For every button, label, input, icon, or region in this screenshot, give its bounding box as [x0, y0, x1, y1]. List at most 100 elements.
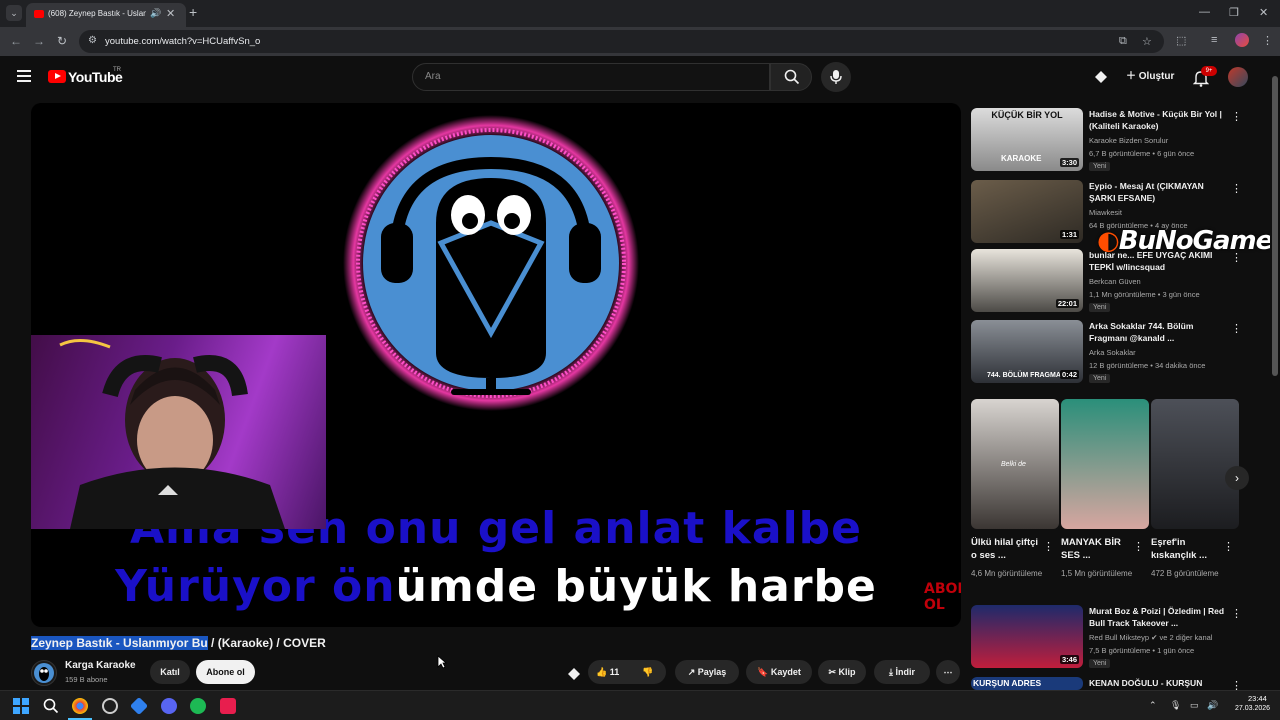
video-title[interactable]: Murat Boz & Poizi | Özledim | Red Bull T…	[1089, 605, 1227, 629]
video-title[interactable]: Hadise & Motive - Küçük Bir Yol | (Kalit…	[1089, 108, 1227, 132]
app-taskbar-icon[interactable]	[220, 698, 236, 714]
sparkle-ask-icon[interactable]	[566, 666, 582, 682]
more-options-icon[interactable]: ⋮	[1231, 607, 1242, 620]
download-button[interactable]: ⤓ İndir	[874, 660, 930, 684]
network-icon[interactable]: ▭	[1190, 700, 1199, 711]
karaoke-bird-logo	[343, 115, 639, 411]
minimize-icon[interactable]: —	[1199, 6, 1210, 18]
more-options-icon[interactable]: ⋮	[1231, 322, 1242, 335]
video-thumbnail[interactable]: KÜÇÜK BİR YOL KARAOKE 3:30	[971, 108, 1083, 171]
clip-button[interactable]: ✂ Klip	[818, 660, 866, 684]
channel-name[interactable]: Miawkesit	[1089, 208, 1122, 217]
back-arrow-icon[interactable]: ←	[10, 34, 22, 48]
user-avatar[interactable]	[1228, 67, 1248, 87]
short-thumbnail[interactable]	[1061, 399, 1149, 529]
tray-overflow-icon[interactable]: ⌃	[1149, 700, 1157, 711]
new-tab-plus-icon[interactable]: +	[189, 4, 197, 20]
more-options-icon[interactable]: ⋮	[1223, 540, 1234, 553]
speaker-icon[interactable]: 🔊	[150, 8, 161, 19]
verified-icon: ✔	[1151, 633, 1158, 642]
tab-search-button[interactable]: ⌄	[6, 5, 22, 21]
join-button[interactable]: Katıl	[150, 660, 190, 684]
active-tab[interactable]: (608) Zeynep Bastık - Uslan 🔊 ✕	[26, 3, 186, 27]
recommended-video[interactable]: KURŞUN ADRES KENAN DOĞULU - KURŞUN ⋮	[971, 677, 1241, 690]
like-button[interactable]: 👍 11	[596, 667, 619, 677]
video-title[interactable]: Eypio - Mesaj At (ÇIKMAYAN ŞARKI EFSANE)	[1089, 180, 1227, 204]
bookmark-star-icon[interactable]: ☆	[1142, 35, 1152, 48]
create-button[interactable]: ＋ Oluştur	[1116, 64, 1184, 90]
restore-icon[interactable]: ❐	[1229, 6, 1239, 19]
short-title[interactable]: MANYAK BİR SES ...	[1061, 536, 1133, 562]
short-thumbnail[interactable]	[1151, 399, 1239, 529]
channel-name[interactable]: Red Bull Miksteyp ✔ ve 2 diğer kanal	[1089, 633, 1212, 642]
video-player[interactable]: Ama sen onu gel anlat kalbe Yürüyor önüm…	[31, 103, 961, 627]
more-options-icon[interactable]: ⋮	[1231, 182, 1242, 195]
save-button[interactable]: 🔖 Kaydet	[746, 660, 812, 684]
search-button[interactable]	[770, 63, 812, 91]
shorts-next-arrow-icon[interactable]: ›	[1225, 466, 1249, 490]
discord-taskbar-icon[interactable]	[161, 698, 177, 714]
short-title[interactable]: Ülkü hilal çiftçi o ses ...	[971, 536, 1043, 562]
short-thumbnail[interactable]: Belki de	[971, 399, 1059, 529]
video-title[interactable]: KENAN DOĞULU - KURŞUN	[1089, 677, 1227, 689]
channel-name[interactable]: Berkcan Güven	[1089, 277, 1141, 286]
more-options-icon[interactable]: ⋮	[1133, 540, 1144, 553]
lyric-unsung-part: ümde büyük harbe	[395, 561, 877, 612]
windows-taskbar: ⌃ 🎙 ▭ 🔊 23:44 27.03.2026	[0, 690, 1280, 720]
chrome-taskbar-icon[interactable]	[72, 698, 88, 714]
microphone-tray-icon[interactable]: 🎙	[1170, 700, 1181, 711]
address-bar[interactable]: ⚙ youtube.com/watch?v=HCUaffvSn_o ⧉ ☆	[79, 30, 1164, 53]
windows-start-icon[interactable]	[13, 698, 29, 714]
subscribe-button[interactable]: Abone ol	[196, 660, 255, 684]
browser-toolbar: ← → ↻ ⚙ youtube.com/watch?v=HCUaffvSn_o …	[0, 27, 1280, 56]
more-options-icon[interactable]: ⋮	[1231, 251, 1242, 264]
window-close-icon[interactable]: ✕	[1259, 6, 1268, 19]
share-button[interactable]: ↗ Paylaş	[675, 660, 739, 684]
short-views: 1,5 Mn görüntüleme	[1061, 569, 1133, 578]
video-thumbnail[interactable]: 3:46	[971, 605, 1083, 668]
app-taskbar-icon[interactable]	[129, 696, 149, 716]
scrollbar-thumb[interactable]	[1272, 76, 1278, 376]
more-options-icon[interactable]: ⋮	[1043, 540, 1054, 553]
video-title[interactable]: Arka Sokaklar 744. Bölüm Fragmanı @kanal…	[1089, 320, 1227, 344]
media-controls-icon[interactable]: ≡	[1211, 34, 1217, 46]
extensions-icon[interactable]: ⬚	[1176, 34, 1186, 47]
cast-icon[interactable]: ⧉	[1119, 35, 1127, 48]
video-thumbnail[interactable]: 22:01	[971, 249, 1083, 312]
taskbar-search-icon[interactable]	[43, 698, 59, 714]
subscribe-watermark[interactable]: ABONE OL	[924, 581, 961, 613]
channel-avatar[interactable]	[31, 660, 57, 686]
page-scrollbar[interactable]	[1270, 56, 1280, 690]
browser-profile-avatar[interactable]	[1235, 33, 1249, 47]
hamburger-menu-icon[interactable]	[17, 70, 31, 82]
more-options-icon[interactable]: ⋮	[1231, 679, 1241, 690]
youtube-logo-icon[interactable]	[48, 70, 66, 83]
search-input[interactable]: Ara	[412, 63, 770, 91]
forward-arrow-icon[interactable]: →	[33, 34, 45, 48]
clock-date[interactable]: 27.03.2026	[1235, 705, 1270, 712]
channel-extra: ve 2 diğer kanal	[1159, 633, 1213, 642]
studio-icon[interactable]	[1093, 69, 1109, 85]
voice-search-button[interactable]	[821, 62, 851, 92]
more-options-icon[interactable]: ⋮	[1231, 110, 1242, 123]
url-text[interactable]: youtube.com/watch?v=HCUaffvSn_o	[105, 36, 260, 47]
channel-name[interactable]: Karaoke Bizden Sorulur	[1089, 136, 1168, 145]
channel-name[interactable]: Arka Sokaklar	[1089, 348, 1136, 357]
clock-time[interactable]: 23:44	[1248, 694, 1267, 703]
reload-icon[interactable]: ↻	[57, 34, 67, 48]
site-info-icon[interactable]: ⚙	[88, 35, 97, 46]
spotify-taskbar-icon[interactable]	[190, 698, 206, 714]
more-actions-button[interactable]: ⋯	[936, 660, 960, 684]
video-thumbnail[interactable]: KURŞUN ADRES	[971, 677, 1083, 690]
short-title[interactable]: Eşref'in kıskançlık ...	[1151, 536, 1223, 562]
country-code: TR	[113, 67, 121, 73]
tab-close-icon[interactable]: ✕	[166, 7, 175, 20]
volume-icon[interactable]: 🔊	[1207, 700, 1218, 711]
video-thumbnail[interactable]: 744. BÖLÜM FRAGMA 0:42	[971, 320, 1083, 383]
video-thumbnail[interactable]: 1:31	[971, 180, 1083, 243]
browser-menu-icon[interactable]: ⋮	[1262, 34, 1273, 47]
settings-taskbar-icon[interactable]	[102, 698, 118, 714]
dislike-button[interactable]: 👎	[642, 660, 653, 684]
video-title[interactable]: bunlar ne... EFE UYGAÇ AKIMI TEPKİ w/lin…	[1089, 249, 1227, 273]
channel-name[interactable]: Karga Karaoke	[65, 660, 136, 671]
